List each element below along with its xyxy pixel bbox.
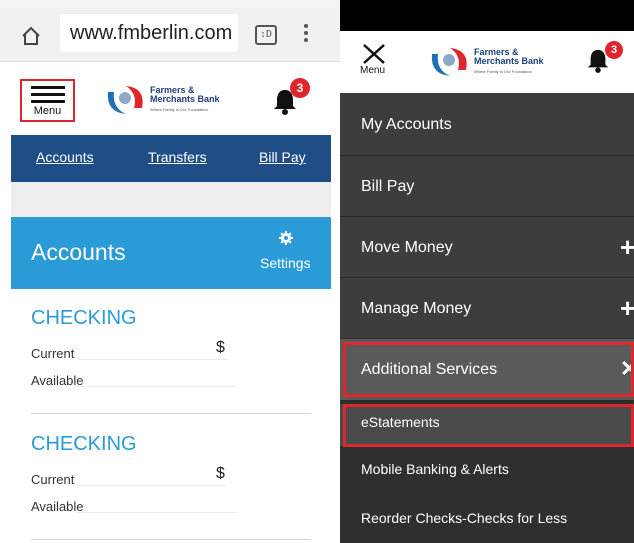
accounts-list: CHECKING Current $ Available CHECKING Cu… — [11, 289, 331, 543]
home-icon[interactable] — [20, 25, 42, 47]
gear-icon[interactable] — [279, 231, 293, 245]
logo-tagline: Where Family Is Our Foundation — [474, 69, 532, 74]
menu-item-bill-pay[interactable]: Bill Pay — [340, 156, 634, 217]
mobile-page-panel: www.fmberlin.com :D Menu Farmers & Merch… — [0, 0, 340, 543]
available-balance-rule — [77, 512, 237, 513]
available-balance-label: Available — [31, 499, 84, 514]
expand-plus-icon[interactable]: + — [620, 295, 634, 321]
settings-button[interactable]: Settings — [260, 255, 311, 271]
account-type-title[interactable]: CHECKING — [31, 307, 137, 330]
overflow-menu-icon[interactable] — [302, 22, 310, 46]
nav-link-transfers[interactable]: Transfers — [148, 149, 207, 165]
current-balance-rule — [77, 359, 227, 360]
accounts-header: Accounts Settings — [11, 217, 331, 289]
highlight-box-additional-services — [343, 342, 634, 397]
nav-link-bill-pay[interactable]: Bill Pay — [259, 149, 306, 165]
menu-button[interactable]: Menu — [20, 79, 75, 122]
bank-logo[interactable]: Farmers & Merchants Bank Where Family Is… — [428, 42, 562, 82]
account-type-title[interactable]: CHECKING — [31, 433, 137, 456]
spacer-strip — [11, 182, 331, 217]
drawer-header: Menu Farmers & Merchants Bank Where Fami… — [340, 31, 634, 93]
menu-item-label: Move Money — [361, 239, 453, 256]
submenu-item-mobile-banking-alerts[interactable]: Mobile Banking & Alerts — [340, 451, 634, 493]
account-divider — [31, 539, 311, 540]
accounts-title: Accounts — [31, 239, 126, 265]
account-divider — [31, 413, 311, 414]
menu-item-label: Manage Money — [361, 300, 472, 317]
current-balance-rule — [77, 485, 227, 486]
screenshot-root: www.fmberlin.com :D Menu Farmers & Merch… — [0, 0, 634, 543]
notification-badge: 3 — [290, 78, 310, 98]
current-balance-label: Current — [31, 346, 75, 361]
browser-toolbar: www.fmberlin.com :D — [0, 8, 340, 62]
logo-name: Farmers & Merchants Bank — [150, 85, 220, 104]
nav-link-accounts[interactable]: Accounts — [36, 149, 94, 165]
submenu-item-label: Reorder Checks-Checks for Less — [361, 510, 568, 526]
logo-name: Farmers & Merchants Bank — [474, 47, 544, 66]
menu-item-my-accounts[interactable]: My Accounts — [340, 93, 634, 156]
bank-logo[interactable]: Farmers & Merchants Bank Where Family Is… — [104, 80, 238, 120]
status-strip — [0, 0, 340, 8]
expand-plus-icon[interactable]: + — [620, 234, 634, 260]
tabs-icon[interactable]: :D — [255, 25, 277, 45]
available-balance-rule — [77, 386, 237, 387]
submenu-item-reorder-checks[interactable]: Reorder Checks-Checks for Less — [340, 500, 634, 542]
current-balance-label: Current — [31, 472, 75, 487]
logo-mark-icon — [107, 86, 143, 114]
submenu-item-label: Mobile Banking & Alerts — [361, 461, 509, 477]
highlight-box-estatements — [343, 404, 634, 447]
menu-item-label: Bill Pay — [361, 178, 415, 195]
menu-button-label: Menu — [33, 105, 62, 117]
available-balance-label: Available — [31, 373, 84, 388]
hamburger-icon — [31, 86, 65, 107]
notification-badge: 3 — [605, 41, 623, 59]
menu-item-label: My Accounts — [361, 116, 452, 133]
logo-mark-icon — [431, 48, 467, 76]
url-bar[interactable]: www.fmberlin.com — [60, 14, 238, 52]
logo-tagline: Where Family Is Our Foundation — [150, 107, 208, 112]
menu-drawer-panel: Menu Farmers & Merchants Bank Where Fami… — [340, 0, 634, 543]
menu-item-move-money[interactable]: Move Money + — [340, 217, 634, 278]
menu-item-manage-money[interactable]: Manage Money + — [340, 278, 634, 339]
top-nav-bar: Accounts Transfers Bill Pay — [11, 135, 331, 182]
site-header: Menu Farmers & Merchants Bank Where Fami… — [0, 63, 340, 135]
current-balance-currency: $ — [216, 465, 225, 482]
status-strip — [340, 0, 634, 31]
close-menu-icon[interactable] — [361, 43, 387, 65]
current-balance-currency: $ — [216, 339, 225, 356]
close-menu-label: Menu — [360, 65, 386, 76]
